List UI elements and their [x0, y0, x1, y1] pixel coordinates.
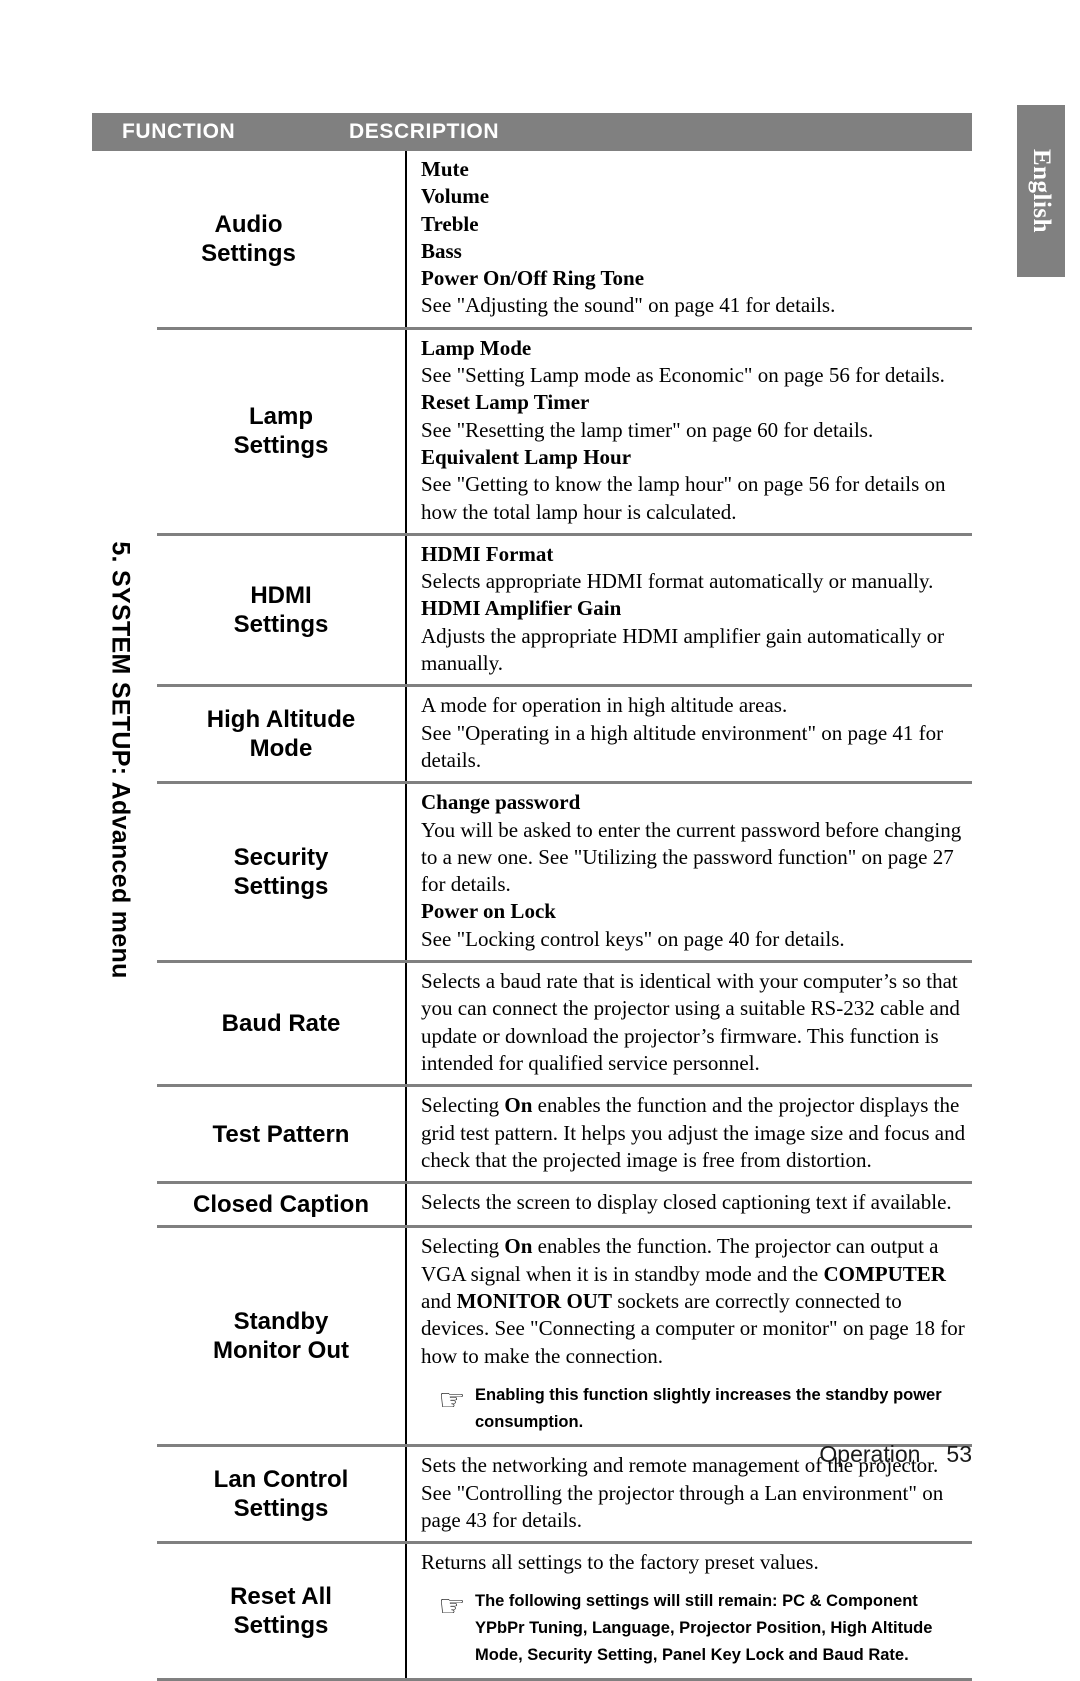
footer-page-number: 53: [946, 1441, 972, 1467]
description-cell: A mode for operation in high altitude ar…: [405, 687, 972, 782]
setting-item-label: Volume: [421, 184, 490, 209]
description-cell: Selecting On enables the function. The p…: [405, 1228, 972, 1445]
table-row: Reset All Settings Returns all settings to…: [157, 1541, 972, 1681]
table-row: Lamp Settings Lamp Mode See "Setting Lamp m…: [157, 326, 972, 533]
function-name-cell: Closed Caption: [192, 1191, 369, 1219]
function-name-cell: Standby Monitor Out: [213, 1308, 349, 1365]
footer-section-label: Operation: [819, 1441, 921, 1467]
setting-item-label: Mute: [421, 157, 469, 181]
description-text: You will be asked to enter the current p…: [421, 817, 962, 897]
function-name-cell: Baud Rate: [221, 1009, 341, 1037]
table-header-row: FUNCTION DESCRIPTION: [92, 113, 972, 151]
page-footer: Operation 53: [0, 1441, 972, 1468]
description-text: See "Adjusting the sound" on page 41 for…: [421, 293, 836, 318]
table-row: HDMI Settings HDMI Format Selects appropria…: [157, 532, 972, 685]
table-row: Audio Settings Mute Volume Treble Bass Power O…: [92, 151, 972, 327]
setting-item-label: HDMI Format: [421, 541, 554, 566]
column-header-description: DESCRIPTION: [349, 120, 500, 143]
description-text: Selects the screen to display closed cap…: [421, 1190, 952, 1215]
description-text: See "Resetting the lamp timer" on page 6…: [421, 417, 874, 442]
table-row: Test Pattern Selecting On enables the fun…: [157, 1084, 972, 1182]
description-cell: Selecting On enables the function and th…: [405, 1087, 972, 1182]
table-row: Closed Caption Selects the screen to disp…: [157, 1181, 972, 1226]
setting-item-label: Power on Lock: [421, 899, 556, 924]
description-text: See "Getting to know the lamp hour" on p…: [421, 472, 946, 524]
description-cell: Lamp Mode See "Setting Lamp mode as Econo…: [405, 329, 972, 533]
pointing-hand-icon: ☞: [438, 1383, 466, 1417]
description-text: Selects appropriate HDMI format automati…: [421, 569, 934, 594]
note-text: The following settings will still remain…: [475, 1592, 933, 1664]
function-name-cell: Lamp Settings: [233, 403, 329, 460]
table-row: Security Settings Change password You will …: [157, 781, 972, 961]
description-text: A mode for operation in high altitude ar…: [421, 693, 788, 718]
function-name-cell: HDMI Settings: [233, 581, 329, 639]
pointing-hand-icon: ☞: [438, 1590, 466, 1624]
table-row: High Altitude Mode A mode for operation in…: [157, 684, 972, 782]
description-text: Selects a baud rate that is identical wi…: [421, 969, 960, 1075]
note-block: ☞ Enabling this function slightly increas…: [421, 1380, 966, 1435]
setting-item-label: Bass: [421, 238, 462, 263]
description-cell: HDMI Format Selects appropriate HDMI form…: [405, 535, 972, 685]
description-text: See "Operating in a high altitude enviro…: [421, 720, 944, 772]
function-name-cell: High Altitude Mode: [206, 706, 356, 763]
setting-item-label: Change password: [421, 790, 581, 815]
description-text: Adjusts the appropriate HDMI amplifier g…: [421, 623, 945, 676]
note-block: ☞ The following settings will still remai…: [421, 1586, 966, 1668]
description-cell: Returns all settings to the factory pres…: [405, 1544, 972, 1678]
setting-item-label: Power On/Off Ring Tone: [421, 266, 645, 291]
description-text: See "Locking control keys" on page 40 fo…: [421, 926, 845, 951]
description-cell: Mute Volume Treble Bass Power On/Off Ring To…: [405, 151, 972, 327]
description-text: Returns all settings to the factory pres…: [421, 1550, 819, 1575]
setting-item-label: HDMI Amplifier Gain: [421, 596, 622, 621]
function-name-cell: Audio Settings: [201, 210, 296, 267]
description-cell: Selects the screen to display closed cap…: [405, 1184, 972, 1226]
setting-item-label: Treble: [421, 211, 479, 236]
function-name-cell: Test Pattern: [212, 1120, 350, 1148]
description-cell: Selects a baud rate that is identical wi…: [405, 963, 972, 1085]
description-cell: Change password You will be asked to ente…: [405, 784, 972, 961]
setting-item-label: Equivalent Lamp Hour: [421, 444, 632, 469]
description-text: Selecting On enables the function and th…: [421, 1093, 966, 1172]
language-tab-label: English: [1028, 148, 1055, 234]
function-name-cell: Security Settings: [233, 843, 329, 901]
table-row: Standby Monitor Out Selecting On enables t…: [157, 1225, 972, 1445]
table-row: Baud Rate Selects a baud rate that is ide…: [157, 960, 972, 1085]
setting-item-label: Reset Lamp Timer: [421, 390, 590, 415]
column-header-function: FUNCTION: [122, 120, 236, 143]
function-name-cell: Reset All Settings: [230, 1582, 332, 1639]
note-text: Enabling this function slightly increase…: [475, 1385, 942, 1431]
description-text: See "Setting Lamp mode as Economic" on p…: [421, 363, 945, 388]
description-text: Selecting On enables the function. The p…: [421, 1234, 965, 1368]
setting-item-label: Lamp Mode: [421, 335, 532, 360]
language-tab: English: [1017, 105, 1065, 277]
